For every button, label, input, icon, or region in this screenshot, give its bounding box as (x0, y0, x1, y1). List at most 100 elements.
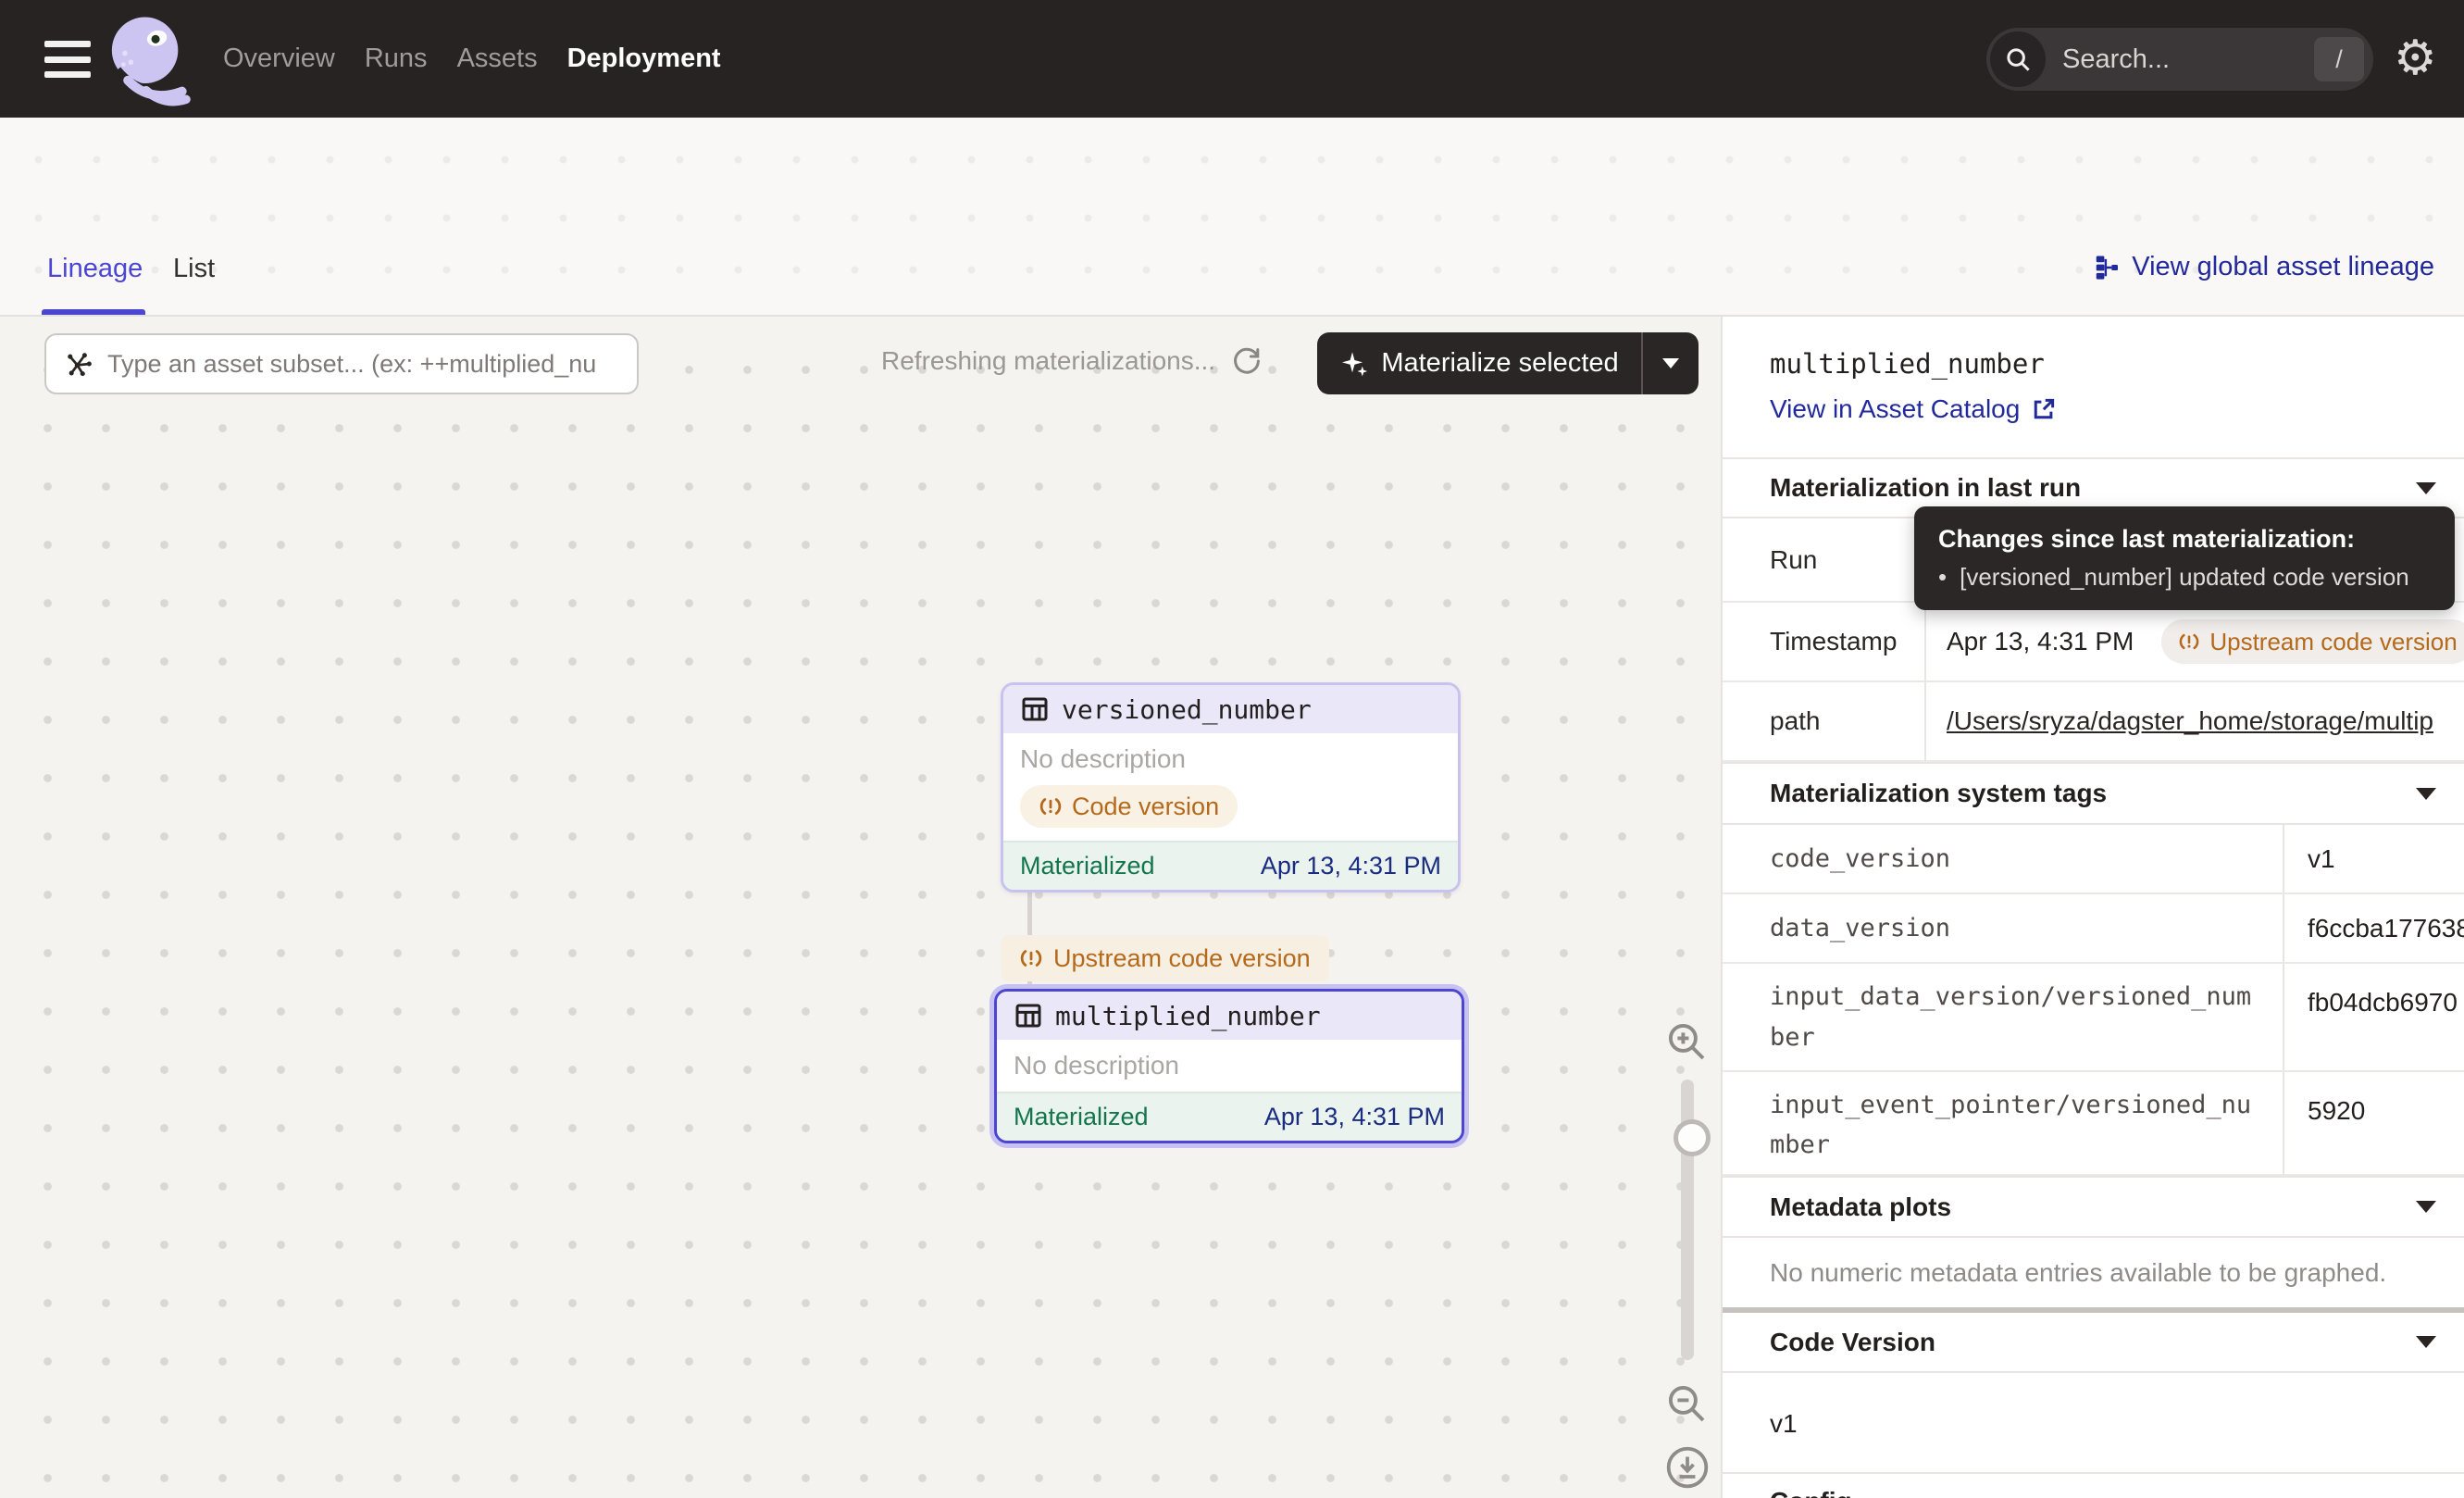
active-tab-underline (42, 309, 145, 315)
section-config[interactable]: Config (1723, 1472, 2464, 1498)
settings-gear-icon[interactable]: ⚙ (2394, 31, 2437, 86)
tab-list[interactable]: List (173, 254, 215, 284)
view-in-asset-catalog-link[interactable]: View in Asset Catalog (1770, 394, 2057, 424)
tab-lineage[interactable]: Lineage (47, 254, 143, 284)
asset-node-header: versioned_number (1003, 685, 1458, 733)
page-header: default Asset Group in dependencies_code… (0, 118, 2464, 228)
metadata-plots-empty-text: No numeric metadata entries available to… (1770, 1258, 2386, 1288)
refreshing-status-label: Refreshing materializations... (881, 346, 1215, 376)
primary-nav: Overview Runs Assets Deployment (223, 0, 721, 118)
download-image-icon[interactable] (1664, 1444, 1711, 1491)
asset-node-body: No description Code version (1003, 733, 1458, 841)
tag-value: 5920 (2283, 1072, 2464, 1178)
view-tabs: Lineage List View global asset lineage (0, 228, 2464, 317)
panel-asset-title: multiplied_number (1770, 348, 2045, 380)
zoom-out-icon[interactable] (1664, 1381, 1709, 1426)
top-nav: Overview Runs Assets Deployment / ⚙ (0, 0, 2464, 118)
asset-node-header: multiplied_number (997, 992, 1462, 1040)
tag-key: data_version (1723, 894, 2283, 962)
section-header-label: Materialization in last run (1770, 473, 2081, 503)
materialize-selected-label: Materialize selected (1381, 348, 1618, 379)
tag-row-input-event-pointer: input_event_pointer/versioned_number 592… (1723, 1072, 2464, 1176)
asset-node-name: multiplied_number (1055, 1001, 1321, 1031)
materialized-status: Materialized (1014, 1103, 1149, 1131)
materialized-timestamp[interactable]: Apr 13, 4:31 PM (1261, 852, 1441, 880)
timestamp-row: Timestamp Apr 13, 4:31 PM Upstream code … (1723, 603, 2464, 682)
nav-item-overview[interactable]: Overview (223, 44, 335, 74)
asset-node-description: No description (1014, 1051, 1445, 1080)
asset-details-panel: multiplied_number View in Asset Catalog … (1721, 317, 2464, 1498)
asset-node-name: versioned_number (1062, 694, 1312, 725)
materialize-selected-button[interactable]: Materialize selected (1317, 332, 1699, 394)
lineage-graph-icon (2093, 254, 2121, 281)
code-version-icon (1019, 946, 1043, 970)
tag-row-code-version: code_version v1 (1723, 825, 2464, 894)
path-link[interactable]: /Users/sryza/dagster_home/storage/multip (1947, 706, 2433, 736)
refresh-icon[interactable] (1232, 346, 1262, 376)
asset-node-description: No description (1020, 744, 1441, 774)
dagster-logo-icon[interactable] (102, 11, 198, 107)
view-global-asset-lineage-link[interactable]: View global asset lineage (2093, 252, 2434, 282)
tag-key: code_version (1723, 825, 2283, 893)
zoom-in-icon[interactable] (1664, 1019, 1709, 1064)
section-code-version[interactable]: Code Version (1723, 1313, 2464, 1373)
materialize-options-dropdown[interactable] (1643, 358, 1699, 368)
section-materialization-system-tags[interactable]: Materialization system tags (1723, 762, 2464, 825)
upstream-code-version-badge[interactable]: Upstream code version (1001, 935, 1329, 981)
asset-subset-input[interactable] (107, 350, 620, 379)
path-row: path /Users/sryza/dagster_home/storage/m… (1723, 682, 2464, 762)
caret-down-icon (2416, 788, 2436, 800)
asset-node-multiplied-number[interactable]: multiplied_number No description Materia… (994, 989, 1464, 1143)
search-shortcut-key: / (2314, 37, 2364, 81)
timestamp-label: Timestamp (1723, 603, 1924, 680)
materialized-timestamp[interactable]: Apr 13, 4:31 PM (1264, 1103, 1445, 1131)
hamburger-menu-icon[interactable] (44, 41, 91, 78)
view-in-asset-catalog-label: View in Asset Catalog (1770, 394, 2020, 424)
tag-key: input_data_version/versioned_number (1723, 964, 2283, 1070)
graph-filter-icon (63, 348, 94, 380)
upstream-code-version-pill[interactable]: Upstream code version (2161, 619, 2464, 664)
code-version-icon (1039, 794, 1063, 818)
asset-node-footer: Materialized Apr 13, 4:31 PM (997, 1092, 1462, 1141)
sparkle-icon (1339, 349, 1369, 379)
table-icon (1014, 1001, 1043, 1030)
section-header-label: Metadata plots (1770, 1192, 1951, 1222)
timestamp-value: Apr 13, 4:31 PM (1947, 627, 2134, 656)
run-label: Run (1723, 518, 1924, 601)
tag-row-input-data-version: input_data_version/versioned_number fb04… (1723, 964, 2464, 1072)
refreshing-status: Refreshing materializations... (881, 346, 1262, 376)
section-header-label: Code Version (1770, 1328, 1935, 1357)
nav-item-deployment[interactable]: Deployment (567, 44, 721, 74)
section-metadata-plots[interactable]: Metadata plots (1723, 1176, 2464, 1238)
path-label: path (1723, 682, 1924, 760)
tag-key: input_event_pointer/versioned_number (1723, 1072, 2283, 1178)
code-version-chip-label: Code version (1072, 793, 1219, 821)
asset-subset-filter[interactable] (44, 333, 639, 394)
changes-tooltip: Changes since last materialization: • [v… (1914, 506, 2455, 610)
code-version-icon (2178, 630, 2200, 653)
external-link-icon (2031, 396, 2057, 422)
search-box[interactable]: / (1986, 28, 2373, 91)
tag-value: v1 (2283, 825, 2464, 893)
nav-item-runs[interactable]: Runs (365, 44, 428, 74)
caret-down-icon (1662, 358, 1679, 368)
nav-item-assets[interactable]: Assets (457, 44, 538, 74)
view-global-asset-lineage-label: View global asset lineage (2132, 252, 2434, 282)
tag-value: fb04dcb6970 (2283, 964, 2464, 1070)
tooltip-bullet: • (1938, 563, 1947, 592)
caret-down-icon (2416, 482, 2436, 494)
table-icon (1020, 694, 1050, 724)
section-header-label: Materialization system tags (1770, 779, 2107, 808)
caret-down-icon (2416, 1336, 2436, 1348)
lineage-canvas[interactable]: Refreshing materializations... Materiali… (0, 317, 1721, 1498)
upstream-code-version-pill-label: Upstream code version (2209, 628, 2457, 656)
code-version-chip[interactable]: Code version (1020, 785, 1238, 828)
search-input[interactable] (2062, 44, 2314, 75)
zoom-slider-handle[interactable] (1674, 1119, 1711, 1156)
upstream-code-version-label: Upstream code version (1053, 944, 1311, 973)
asset-node-versioned-number[interactable]: versioned_number No description Code ver… (1001, 682, 1461, 893)
asset-node-body: No description (997, 1040, 1462, 1092)
tooltip-item: [versioned_number] updated code version (1960, 563, 2409, 592)
tag-value: f6ccba177638 (2283, 894, 2464, 962)
materialized-status: Materialized (1020, 852, 1155, 880)
